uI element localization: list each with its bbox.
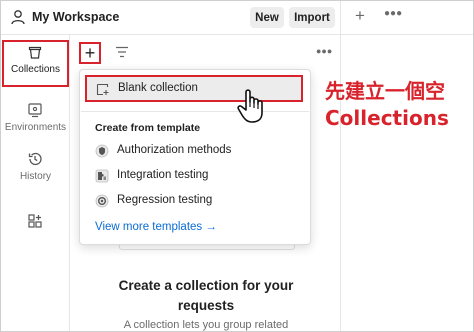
template-integration-testing[interactable]: Integration testing (81, 165, 309, 187)
blank-collection-option[interactable]: Blank collection (85, 75, 303, 102)
template-authorization-methods[interactable]: Authorization methods (81, 140, 309, 162)
gear-target-icon (95, 194, 109, 208)
sidebar-item-label: History (19, 171, 52, 182)
sidebar-item-environments[interactable]: Environments (1, 96, 70, 146)
panel-more-icon[interactable]: ●●● (316, 46, 332, 56)
empty-state-title-line1: Create a collection for your (118, 278, 294, 293)
add-tab-icon[interactable]: + (352, 7, 368, 25)
sidebar-item-label: Environments (4, 122, 67, 133)
blank-collection-icon (96, 83, 109, 96)
user-icon[interactable] (10, 9, 26, 25)
empty-state-title: Create a collection for your requests (71, 276, 341, 316)
workspace-title[interactable]: My Workspace (32, 10, 119, 24)
puzzle-icon (95, 169, 109, 183)
template-label: Integration testing (117, 169, 209, 181)
shield-icon (95, 144, 109, 158)
annotation-line2: Collections (325, 106, 449, 130)
view-more-templates-link[interactable]: View more templates → (95, 221, 217, 233)
import-button[interactable]: Import (289, 7, 335, 28)
hand-cursor-icon (237, 89, 263, 123)
history-icon (28, 152, 42, 166)
blank-collection-label: Blank collection (118, 82, 198, 94)
plus-icon: + (84, 43, 96, 63)
add-collection-button[interactable]: + (79, 42, 101, 64)
annotation-text: 先建立一個空 Collections (325, 78, 449, 132)
template-heading: Create from template (95, 122, 201, 134)
empty-state-subtitle: A collection lets you group related (123, 319, 289, 331)
collections-highlight-box (2, 40, 69, 87)
template-label: Authorization methods (117, 144, 232, 156)
template-label: Regression testing (117, 194, 213, 206)
environment-icon (28, 103, 42, 118)
menu-divider (81, 111, 309, 112)
workspace-header: My Workspace New Import + ●●● (1, 1, 473, 35)
new-button[interactable]: New (250, 7, 284, 28)
empty-state-title-line2: requests (177, 298, 235, 313)
template-regression-testing[interactable]: Regression testing (81, 190, 309, 212)
new-collection-dropdown: Blank collection Create from template Au… (79, 69, 311, 245)
annotation-line1: 先建立一個空 (325, 79, 445, 103)
sidebar-item-configure[interactable] (1, 207, 70, 257)
more-options-icon[interactable]: ●●● (384, 8, 402, 19)
app-window: My Workspace New Import + ●●● Collection… (0, 0, 474, 332)
filter-icon[interactable] (115, 46, 129, 58)
grid-plus-icon (28, 214, 42, 228)
sidebar-item-history[interactable]: History (1, 145, 70, 195)
